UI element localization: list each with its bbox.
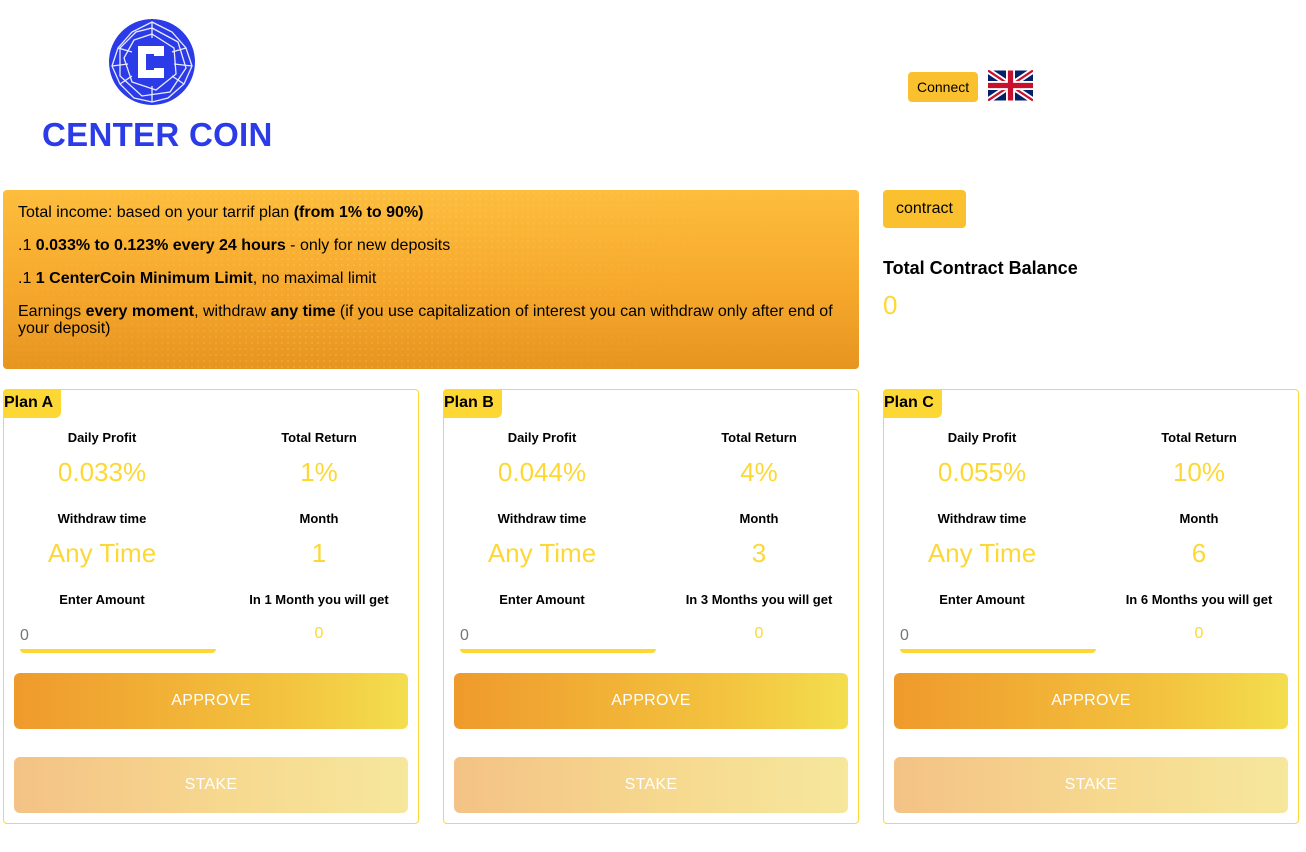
approve-button[interactable]: APPROVE [894, 673, 1288, 729]
centercoin-logo-icon [109, 19, 195, 105]
plan-title: Plan C [884, 390, 942, 418]
withdraw-time-value: Any Time [927, 538, 1037, 568]
withdraw-time-label: Withdraw time [497, 511, 587, 526]
info-panel: Total income: based on your tarrif plan … [3, 190, 859, 369]
stake-button[interactable]: STAKE [14, 757, 408, 813]
amount-input[interactable] [900, 623, 1096, 653]
info-line-earnings: Earnings every moment, withdraw any time… [18, 303, 833, 337]
daily-profit-label: Daily Profit [947, 430, 1017, 445]
info-line-limit: .1 1 CenterCoin Minimum Limit, no maxima… [18, 270, 377, 287]
connect-button[interactable]: Connect [908, 72, 979, 102]
withdraw-time-value: Any Time [47, 538, 157, 568]
month-label: Month [299, 511, 339, 526]
amount-input[interactable] [20, 623, 216, 653]
uk-flag-icon[interactable] [988, 70, 1033, 101]
plan-title: Plan B [444, 390, 502, 418]
plan-card-a: Plan A Daily Profit 0.033% Total Return … [3, 389, 419, 824]
will-get-label: In 6 Months you will get [1125, 592, 1273, 607]
contract-balance-value: 0 [883, 290, 898, 320]
total-return-value: 1% [300, 457, 338, 487]
daily-profit-value: 0.033% [57, 457, 147, 487]
daily-profit-value: 0.044% [497, 457, 587, 487]
logo[interactable]: CENTER COIN [42, 18, 273, 154]
month-value: 1 [311, 538, 327, 568]
stake-button[interactable]: STAKE [454, 757, 848, 813]
contract-balance-label: Total Contract Balance [883, 258, 1078, 278]
info-line-income: Total income: based on your tarrif plan … [18, 204, 424, 221]
plan-title: Plan A [4, 390, 62, 418]
stake-button[interactable]: STAKE [894, 757, 1288, 813]
amount-input[interactable] [460, 623, 656, 653]
plan-card-c: Plan C Daily Profit 0.055% Total Return … [883, 389, 1299, 824]
month-value: 6 [1191, 538, 1207, 568]
contract-button[interactable]: contract [883, 190, 966, 228]
total-return-value: 4% [740, 457, 778, 487]
enter-amount-label: Enter Amount [499, 592, 585, 607]
will-get-value: 0 [754, 625, 764, 642]
logo-text: CENTER COIN [42, 116, 273, 153]
month-value: 3 [751, 538, 767, 568]
withdraw-time-label: Withdraw time [937, 511, 1027, 526]
daily-profit-label: Daily Profit [507, 430, 577, 445]
will-get-label: In 1 Month you will get [249, 592, 389, 607]
month-label: Month [1179, 511, 1219, 526]
daily-profit-value: 0.055% [937, 457, 1027, 487]
plan-card-b: Plan B Daily Profit 0.044% Total Return … [443, 389, 859, 824]
enter-amount-label: Enter Amount [939, 592, 1025, 607]
total-return-value: 10% [1172, 457, 1226, 487]
withdraw-time-label: Withdraw time [57, 511, 147, 526]
will-get-value: 0 [1194, 625, 1204, 642]
withdraw-time-value: Any Time [487, 538, 597, 568]
approve-button[interactable]: APPROVE [454, 673, 848, 729]
total-return-label: Total Return [281, 430, 357, 445]
will-get-value: 0 [314, 625, 324, 642]
total-return-label: Total Return [1161, 430, 1237, 445]
daily-profit-label: Daily Profit [67, 430, 137, 445]
total-return-label: Total Return [721, 430, 797, 445]
month-label: Month [739, 511, 779, 526]
approve-button[interactable]: APPROVE [14, 673, 408, 729]
will-get-label: In 3 Months you will get [685, 592, 833, 607]
info-line-rate: .1 0.033% to 0.123% every 24 hours - onl… [18, 237, 451, 254]
enter-amount-label: Enter Amount [59, 592, 145, 607]
